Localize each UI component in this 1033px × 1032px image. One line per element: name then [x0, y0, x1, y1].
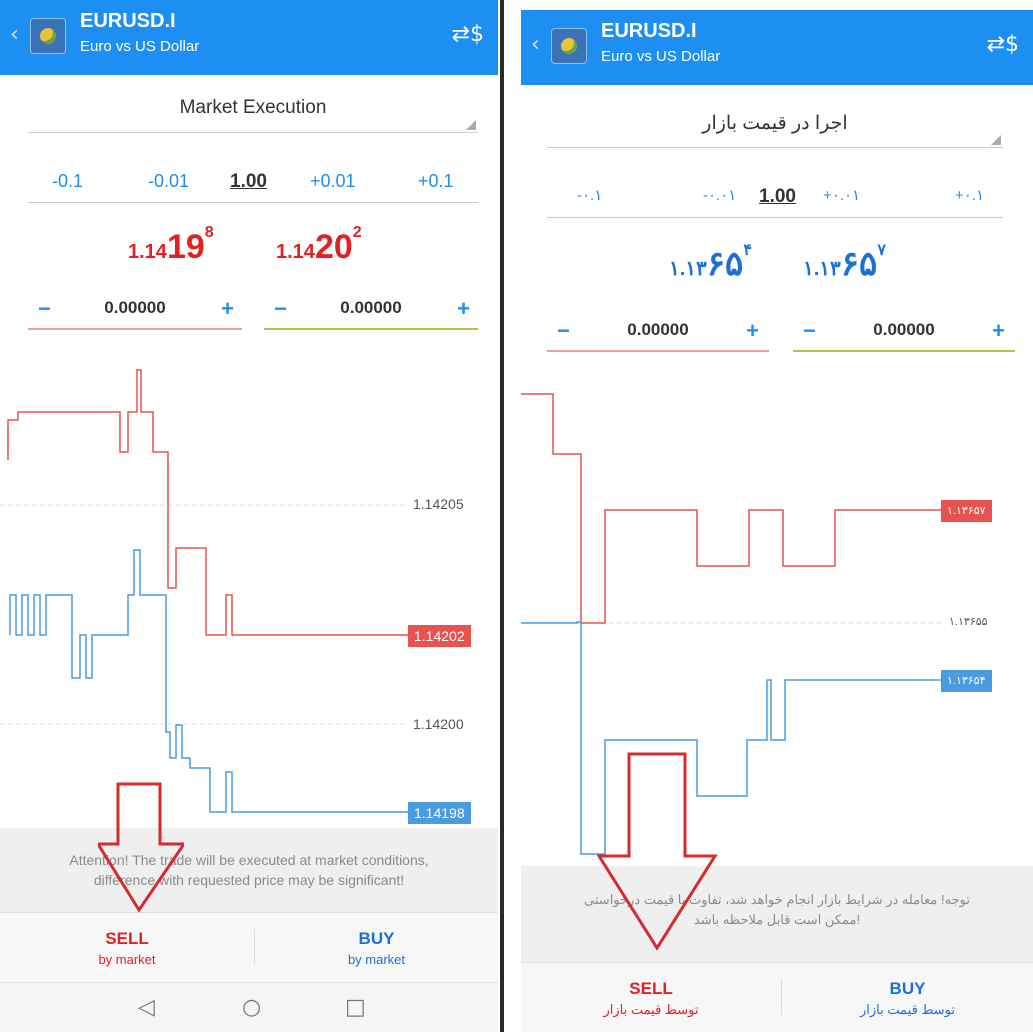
volume-plus-0-01-button[interactable]: +0.01 — [310, 171, 356, 192]
ask-price-tag: 1.14202 — [408, 625, 471, 647]
stop-loss-underline — [28, 328, 242, 330]
bid-price-tag: 1.14198 — [408, 802, 471, 824]
volume-plus-0-1-button[interactable]: +0.1 — [418, 171, 454, 192]
level-label-mid: 1.14200 — [413, 716, 464, 732]
nav-recent-icon[interactable]: □ — [345, 995, 366, 1020]
sell-sub-label: توسط قیمت بازار — [603, 1002, 699, 1017]
warning-line-2: difference with requested price may be s… — [93, 872, 405, 888]
symbol-logo — [30, 18, 66, 54]
execution-type-label: اجرا در قیمت بازار — [702, 113, 848, 134]
volume-input[interactable]: 1.00 — [759, 186, 796, 208]
stop-loss-value[interactable]: 0.00000 — [547, 320, 769, 340]
bid-line — [9, 549, 408, 813]
buy-by-market-button[interactable]: BUY by market — [255, 913, 498, 983]
stop-loss-field[interactable]: − 0.00000 + — [28, 290, 242, 330]
left-trade-screen: ‹ EURUSD.I Euro vs US Dollar ⇄$ Market E… — [0, 0, 498, 1032]
volume-minus-0-1-button[interactable]: -۰.۱ — [577, 186, 602, 204]
bid-price-tag: ۱.۱۳۶۵۴ — [941, 670, 992, 692]
currency-exchange-icon[interactable]: ⇄$ — [987, 32, 1019, 57]
nav-home-icon[interactable]: ○ — [242, 995, 261, 1020]
dropdown-corner-icon — [466, 120, 476, 130]
tick-chart — [0, 369, 408, 813]
stop-loss-value[interactable]: 0.00000 — [28, 298, 242, 318]
sell-price: ۱.۱۳۶۵۴ — [669, 242, 752, 283]
buy-by-market-button[interactable]: BUY توسط قیمت بازار — [782, 963, 1033, 1032]
sell-sub-label: by market — [98, 952, 156, 967]
sell-by-market-button[interactable]: SELL توسط قیمت بازار — [521, 963, 781, 1032]
volume-plus-0-01-button[interactable]: +۰.۰۱ — [823, 186, 860, 204]
symbol-logo — [551, 28, 587, 64]
stop-loss-plus-button[interactable]: + — [221, 296, 234, 322]
stop-loss-field[interactable]: − 0.00000 + — [547, 312, 769, 352]
buy-sub-label: by market — [347, 952, 406, 967]
execution-type-select[interactable]: اجرا در قیمت بازار — [547, 112, 1003, 148]
sell-by-market-button[interactable]: SELL by market — [0, 913, 254, 983]
stop-loss-plus-button[interactable]: + — [746, 318, 759, 344]
symbol-title: EURUSD.I — [80, 10, 176, 32]
order-buttons: SELL by market BUY by market — [0, 912, 498, 982]
symbol-title: EURUSD.I — [601, 20, 697, 42]
take-profit-value[interactable]: 0.00000 — [264, 298, 478, 318]
order-buttons: SELL توسط قیمت بازار BUY توسط قیمت بازار — [521, 962, 1033, 1032]
right-trade-screen: ‹ EURUSD.I Euro vs US Dollar ⇄$ اجرا در … — [521, 0, 1033, 1032]
market-warning: توجه! معامله در شرایط بازار انجام خواهد … — [521, 866, 1033, 962]
warning-line-2: ممکن است قابل ملاحظه باشد! — [693, 912, 861, 927]
currency-exchange-icon[interactable]: ⇄$ — [452, 22, 484, 47]
take-profit-plus-button[interactable]: + — [992, 318, 1005, 344]
buy-sub-label: توسط قیمت بازار — [860, 1002, 955, 1017]
ask-price-tag: ۱.۱۳۶۵۷ — [941, 500, 992, 522]
panel-divider — [498, 0, 521, 1032]
volume-stepper: -۰.۱ -۰.۰۱ 1.00 +۰.۰۱ +۰.۱ — [547, 178, 1003, 218]
nav-back-icon[interactable]: ◁ — [138, 995, 155, 1020]
buy-label: BUY — [889, 979, 926, 998]
symbol-description: Euro vs US Dollar — [601, 48, 721, 65]
volume-minus-0-1-button[interactable]: -0.1 — [52, 171, 83, 192]
take-profit-underline — [793, 350, 1015, 352]
dropdown-corner-icon — [991, 135, 1001, 145]
buy-price: 1.14202 — [276, 224, 362, 266]
volume-stepper: -0.1 -0.01 1.00 +0.01 +0.1 — [28, 163, 478, 203]
ask-line — [521, 393, 941, 624]
chevron-left-icon[interactable]: ‹ — [531, 32, 540, 57]
level-label-mid: ۱.۱۳۶۵۵ — [949, 616, 988, 628]
execution-type-label: Market Execution — [179, 97, 327, 118]
warning-line-1: توجه! معامله در شرایط بازار انجام خواهد … — [584, 892, 970, 907]
volume-minus-0-01-button[interactable]: -0.01 — [148, 171, 189, 192]
screenshot-composite: ‹ EURUSD.I Euro vs US Dollar ⇄$ Market E… — [0, 0, 1033, 1032]
warning-line-1: Attention! The trade will be executed at… — [69, 852, 429, 868]
symbol-description: Euro vs US Dollar — [80, 38, 200, 55]
level-label-upper: 1.14205 — [413, 496, 464, 512]
buy-label: BUY — [358, 929, 395, 948]
sell-label: SELL — [629, 979, 673, 998]
sell-label: SELL — [105, 929, 149, 948]
app-bar-rtl: ‹ EURUSD.I Euro vs US Dollar ⇄$ — [521, 10, 1033, 85]
take-profit-field[interactable]: − 0.00000 + — [264, 290, 478, 330]
buy-price: ۱.۱۳۶۵۷ — [803, 242, 886, 283]
android-nav-bar: ◁ ○ □ — [0, 982, 498, 1032]
volume-input[interactable]: 1.00 — [230, 171, 267, 193]
market-warning: Attention! The trade will be executed at… — [0, 828, 498, 912]
app-bar: ‹ EURUSD.I Euro vs US Dollar ⇄$ — [0, 0, 498, 75]
volume-plus-0-1-button[interactable]: +۰.۱ — [955, 186, 984, 204]
bid-line — [521, 621, 941, 855]
take-profit-field[interactable]: − 0.00000 + — [793, 312, 1015, 352]
chevron-left-icon[interactable]: ‹ — [10, 22, 19, 47]
take-profit-plus-button[interactable]: + — [457, 296, 470, 322]
execution-type-select[interactable]: Market Execution — [28, 97, 478, 133]
sell-price: 1.14198 — [128, 224, 214, 266]
take-profit-value[interactable]: 0.00000 — [793, 320, 1015, 340]
volume-minus-0-01-button[interactable]: -۰.۰۱ — [703, 186, 736, 204]
stop-loss-underline — [547, 350, 769, 352]
take-profit-underline — [264, 328, 478, 330]
